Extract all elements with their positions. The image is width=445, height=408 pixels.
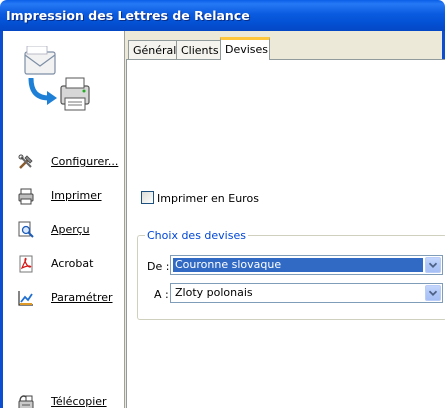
checkbox-box[interactable] xyxy=(141,191,154,204)
fax-icon xyxy=(18,395,34,408)
sidebar-item-label: Acrobat xyxy=(51,257,94,270)
tools-icon xyxy=(18,154,33,169)
tab-clients[interactable]: Clients xyxy=(176,40,224,59)
a-currency-select[interactable]: Zloty polonais xyxy=(170,283,443,303)
chevron-down-icon[interactable] xyxy=(425,257,441,273)
preview-icon xyxy=(18,221,34,238)
group-title: Choix des devises xyxy=(145,229,248,242)
a-label: A : xyxy=(154,288,169,301)
title-bar[interactable]: Impression des Lettres de Relance xyxy=(0,0,445,31)
sidebar-item-label: Télécopier xyxy=(51,395,107,408)
chevron-down-icon[interactable] xyxy=(425,285,441,301)
sidebar-item-configurer[interactable]: Configurer... xyxy=(3,151,125,173)
de-label: De : xyxy=(147,260,170,273)
sidebar-item-telecopier[interactable]: Télécopier xyxy=(3,391,125,408)
choix-des-devises-group xyxy=(137,235,445,320)
sidebar-item-imprimer[interactable]: Imprimer xyxy=(3,185,125,207)
sidebar-item-label: Imprimer xyxy=(51,189,102,202)
de-currency-select[interactable]: Couronne slovaque xyxy=(170,255,443,275)
printer-icon xyxy=(18,188,34,205)
tab-general[interactable]: Général xyxy=(128,40,182,59)
tab-label: Général xyxy=(133,44,177,57)
a-selected-value: Zloty polonais xyxy=(175,286,253,299)
sidebar: Configurer... Imprimer Aperçu Acrobat Pa… xyxy=(3,31,125,408)
tab-devises[interactable]: Devises xyxy=(220,37,270,60)
mail-print-logo-icon xyxy=(24,46,90,111)
pdf-icon xyxy=(19,255,33,273)
sidebar-item-label: Paramétrer xyxy=(51,291,113,304)
chart-settings-icon xyxy=(18,291,33,306)
window-title: Impression des Lettres de Relance xyxy=(6,8,250,23)
sidebar-item-parametrer[interactable]: Paramétrer xyxy=(3,287,125,309)
de-selected-value: Couronne slovaque xyxy=(173,258,423,272)
sidebar-item-acrobat[interactable]: Acrobat xyxy=(3,253,125,275)
tab-label: Clients xyxy=(181,44,219,57)
sidebar-item-apercu[interactable]: Aperçu xyxy=(3,219,125,241)
checkbox-label: Imprimer en Euros xyxy=(157,192,259,205)
sidebar-item-label: Aperçu xyxy=(51,223,90,236)
tab-label: Devises xyxy=(225,43,269,56)
sidebar-item-label: Configurer... xyxy=(51,155,119,168)
